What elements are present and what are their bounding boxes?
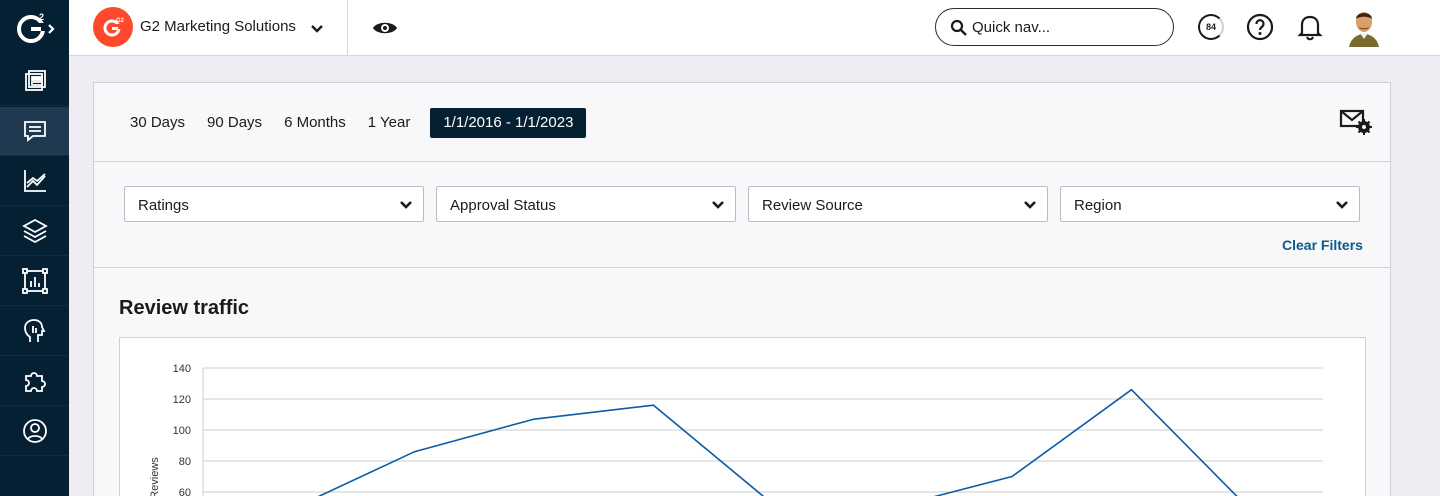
- help-icon: [1246, 13, 1274, 41]
- score-badge[interactable]: 84: [1196, 12, 1226, 42]
- date-range-tabs: 30 Days 90 Days 6 Months 1 Year 1/1/2016…: [119, 108, 587, 138]
- layers-icon: [21, 218, 48, 244]
- chevron-down-icon: [400, 201, 412, 209]
- y-tick-label: 60: [179, 487, 191, 496]
- chevron-down-icon: [1336, 201, 1348, 209]
- data-point: [1130, 388, 1133, 391]
- g2-logo-icon: 2: [16, 12, 55, 43]
- ratings-filter-select[interactable]: Ratings: [124, 186, 424, 222]
- sidebar-item-reports[interactable]: [0, 257, 69, 306]
- quick-nav-search[interactable]: [935, 8, 1174, 46]
- eye-icon: [373, 22, 397, 34]
- sidebar-item-analytics[interactable]: [0, 157, 69, 206]
- sidebar-item-integrations[interactable]: [0, 357, 69, 406]
- tab-1-year[interactable]: 1 Year: [357, 108, 422, 138]
- sidebar-item-reviews[interactable]: [0, 107, 69, 156]
- reviews-icon: [23, 121, 46, 142]
- email-settings-icon[interactable]: [1339, 107, 1373, 137]
- approval-status-filter-select[interactable]: Approval Status: [436, 186, 736, 222]
- data-point: [533, 418, 535, 420]
- user-avatar[interactable]: [1345, 7, 1383, 47]
- notifications-button[interactable]: [1295, 12, 1325, 42]
- region-filter-select[interactable]: Region: [1060, 186, 1360, 222]
- topbar-divider: [347, 0, 348, 56]
- tab-custom-range[interactable]: 1/1/2016 - 1/1/2023: [430, 108, 587, 138]
- search-icon: [950, 19, 967, 36]
- review-traffic-card: 30 Days 90 Days 6 Months 1 Year 1/1/2016…: [93, 82, 1391, 496]
- chart-svg: 60 80 100 120 140 Reviews: [149, 363, 1323, 496]
- approval-status-filter-label: Approval Status: [450, 197, 556, 214]
- sidebar-item-dashboard[interactable]: [0, 57, 69, 106]
- review-source-filter-label: Review Source: [762, 197, 863, 214]
- score-value: 84: [1205, 22, 1216, 32]
- sidebar-item-account[interactable]: [0, 407, 69, 456]
- chevron-down-icon: [712, 201, 724, 209]
- sidebar-item-layers[interactable]: [0, 207, 69, 256]
- section-title: Review traffic: [119, 297, 250, 319]
- sidebar-item-insights[interactable]: [0, 307, 69, 356]
- svg-text:2: 2: [39, 12, 44, 22]
- data-point: [1011, 475, 1013, 478]
- y-axis-label: Reviews: [149, 457, 161, 496]
- puzzle-icon: [24, 372, 46, 392]
- account-icon: [22, 419, 47, 443]
- bell-icon: [1297, 15, 1323, 41]
- analytics-chart-icon: [23, 170, 46, 192]
- review-source-filter-select[interactable]: Review Source: [748, 186, 1048, 222]
- org-name[interactable]: G2 Marketing Solutions: [140, 18, 296, 35]
- tab-30-days[interactable]: 30 Days: [119, 108, 196, 138]
- org-logo: G2: [93, 7, 133, 47]
- review-traffic-chart: 60 80 100 120 140 Reviews: [119, 337, 1366, 496]
- sidebar: 2: [0, 0, 69, 496]
- tab-90-days[interactable]: 90 Days: [196, 108, 273, 138]
- g2-logo-expand-button[interactable]: 2: [0, 0, 69, 55]
- help-button[interactable]: [1245, 12, 1275, 42]
- chevron-down-icon: [1024, 201, 1036, 209]
- y-tick-label: 140: [173, 363, 191, 375]
- series-line: [317, 388, 1238, 496]
- search-input[interactable]: [972, 17, 1162, 37]
- report-frame-icon: [21, 268, 48, 294]
- divider: [94, 267, 1390, 268]
- tab-6-months[interactable]: 6 Months: [273, 108, 357, 138]
- clear-filters-link[interactable]: Clear Filters: [1282, 237, 1363, 253]
- dashboard-icon: [24, 70, 46, 91]
- g2-brand-icon: G2: [103, 18, 125, 37]
- org-logo-text: G2: [116, 18, 125, 24]
- head-profile-icon: [23, 319, 45, 342]
- data-point: [413, 450, 416, 453]
- preview-button[interactable]: [371, 14, 399, 42]
- top-bar: G2 G2 Marketing Solutions 84: [69, 0, 1440, 56]
- region-filter-label: Region: [1074, 197, 1122, 214]
- y-tick-label: 100: [173, 425, 191, 437]
- divider: [94, 161, 1390, 162]
- score-ring: 84: [1198, 14, 1224, 40]
- y-tick-label: 120: [173, 394, 191, 406]
- data-point: [652, 404, 655, 406]
- y-tick-label: 80: [179, 456, 191, 468]
- chevron-down-icon[interactable]: [309, 20, 325, 36]
- ratings-filter-label: Ratings: [138, 197, 189, 214]
